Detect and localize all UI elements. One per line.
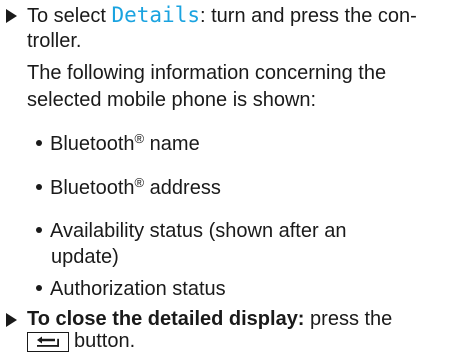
list-item: Authorization status	[36, 276, 226, 302]
list-item-rest: address	[144, 177, 221, 199]
back-arrow-icon	[37, 336, 59, 347]
bullet-icon	[36, 140, 42, 146]
step1-suffix: : turn and press the con-	[200, 5, 417, 27]
list-item: Bluetooth® name	[36, 131, 200, 157]
list-item-text: Availability status (shown after an	[50, 220, 347, 242]
registered-mark: ®	[134, 175, 145, 190]
bullet-icon	[36, 184, 42, 190]
step1-line1: To select Details: turn and press the co…	[27, 2, 417, 29]
step2-line2: button.	[74, 330, 136, 352]
list-item-text: Bluetooth	[50, 177, 135, 199]
list-item-text: Authorization status	[50, 278, 226, 300]
step1-line3: The following information concerning the	[27, 62, 387, 84]
step2-bold: To close the detailed display:	[27, 308, 305, 330]
list-item-text: Bluetooth	[50, 133, 135, 155]
bullet-icon	[36, 227, 42, 233]
registered-mark: ®	[134, 131, 145, 146]
list-item-continuation: update)	[51, 246, 119, 268]
list-item: Bluetooth® address	[36, 175, 221, 201]
step1-line4: selected mobile phone is shown:	[27, 89, 317, 111]
step-arrow-icon	[6, 9, 17, 23]
details-keyword: Details	[111, 3, 200, 27]
step1-prefix: To select	[27, 5, 112, 27]
step2-rest: press the	[304, 308, 393, 330]
list-item-rest: name	[144, 133, 200, 155]
list-item: Availability status (shown after an	[36, 218, 346, 244]
back-button-key	[27, 332, 69, 352]
step-arrow-icon	[6, 313, 17, 327]
step1-line2: troller.	[27, 30, 82, 52]
bullet-icon	[36, 285, 42, 291]
